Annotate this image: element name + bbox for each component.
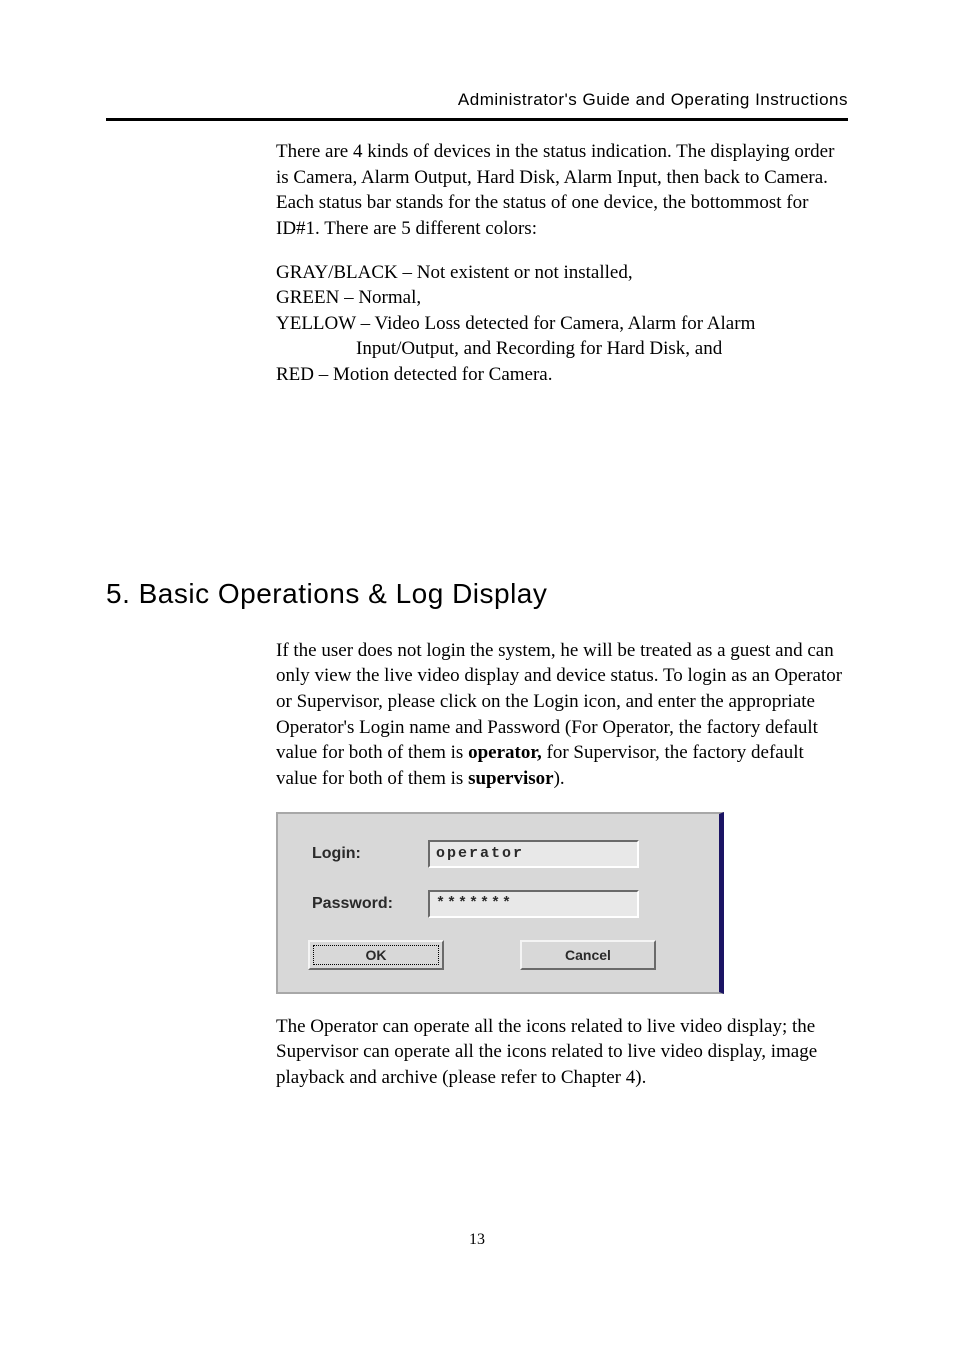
after-dialog-paragraph: The Operator can operate all the icons r… (276, 1014, 848, 1091)
login-input[interactable]: operator (428, 840, 639, 868)
login-label: Login: (312, 843, 428, 865)
header-rule (106, 118, 848, 121)
header-title: Administrator's Guide and Operating Inst… (106, 90, 848, 110)
content-block-1: There are 4 kinds of devices in the stat… (276, 139, 848, 388)
intro-paragraph: There are 4 kinds of devices in the stat… (276, 139, 848, 242)
color-red-line: RED – Motion detected for Camera. (276, 362, 848, 388)
color-gray-line: GRAY/BLACK – Not existent or not install… (276, 260, 848, 286)
login-para-bold1: operator, (468, 742, 542, 763)
color-yellow-sub-line: Input/Output, and Recording for Hard Dis… (276, 336, 848, 362)
page: Administrator's Guide and Operating Inst… (0, 0, 954, 1309)
login-dialog: Login: operator Password: ******* OK Can… (276, 812, 724, 994)
password-row: Password: ******* (312, 890, 691, 918)
login-para-bold2: supervisor (468, 768, 554, 789)
cancel-button[interactable]: Cancel (520, 940, 656, 970)
dialog-buttons: OK Cancel (308, 940, 691, 970)
color-green-line: GREEN – Normal, (276, 285, 848, 311)
login-para-post: ). (554, 768, 565, 789)
login-paragraph: If the user does not login the system, h… (276, 638, 848, 792)
color-yellow-line: YELLOW – Video Loss detected for Camera,… (276, 311, 848, 337)
content-block-2: If the user does not login the system, h… (276, 638, 848, 1091)
ok-button[interactable]: OK (308, 940, 444, 970)
section-heading: 5. Basic Operations & Log Display (106, 578, 848, 610)
color-list: GRAY/BLACK – Not existent or not install… (276, 260, 848, 388)
login-row: Login: operator (312, 840, 691, 868)
password-label: Password: (312, 893, 428, 915)
password-input[interactable]: ******* (428, 890, 639, 918)
page-number: 13 (106, 1231, 848, 1249)
